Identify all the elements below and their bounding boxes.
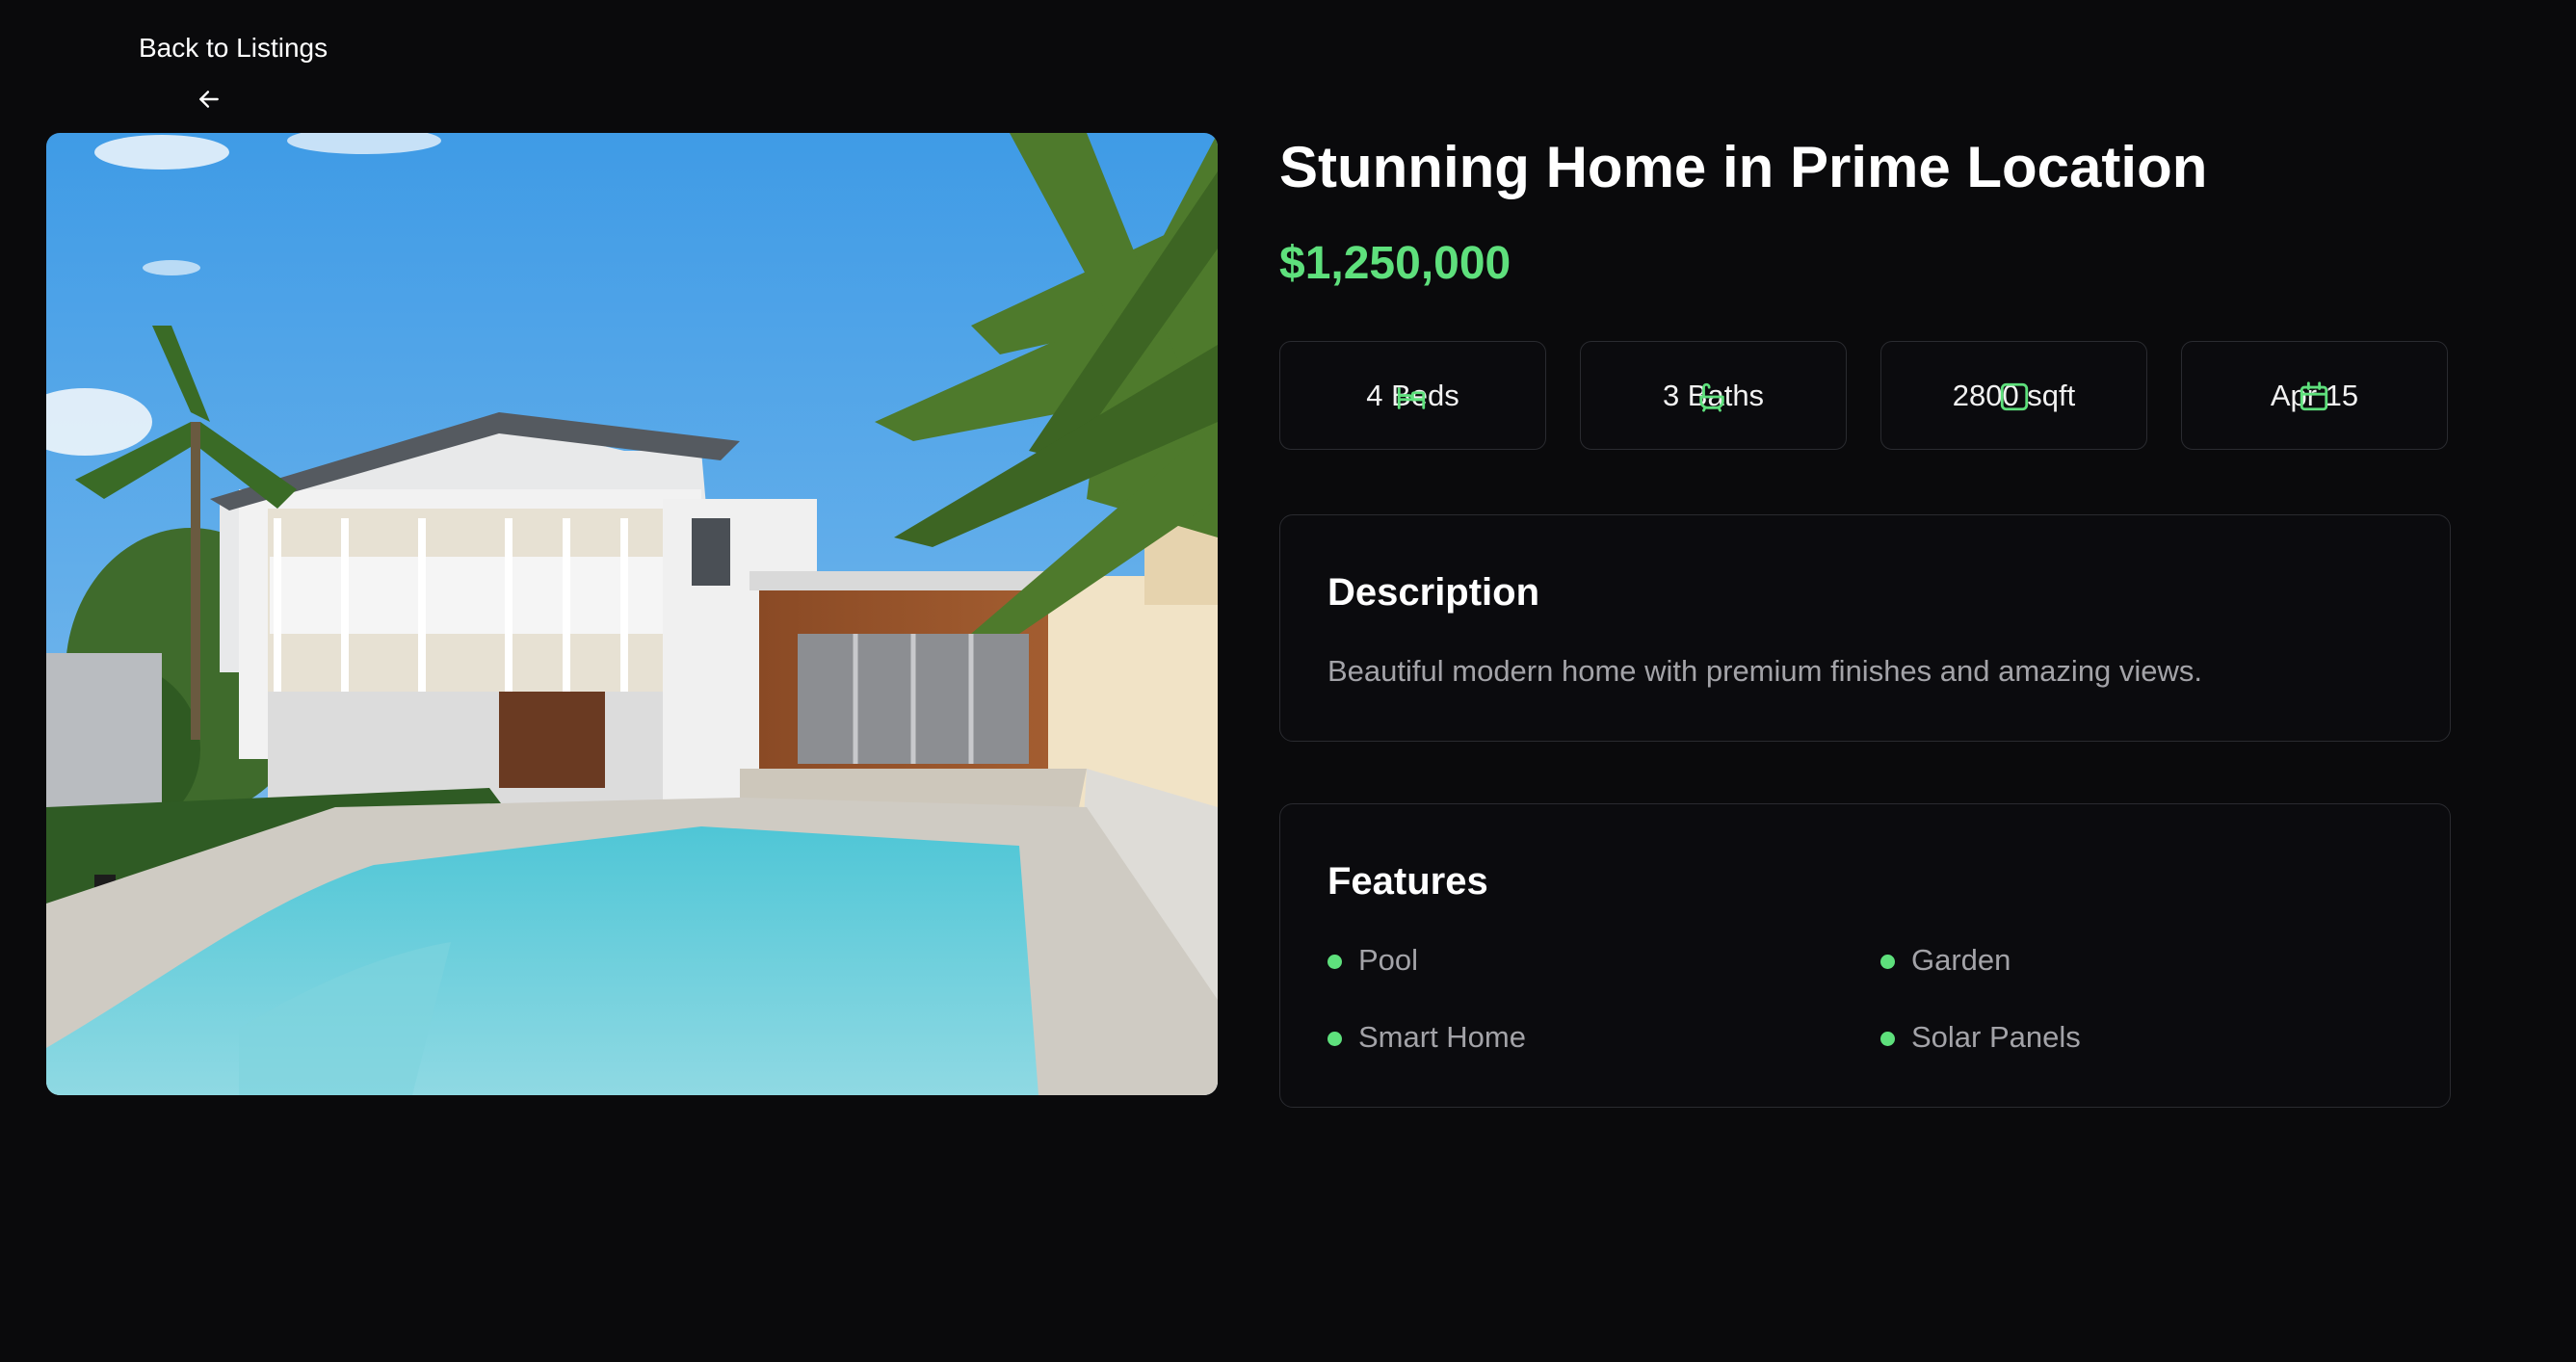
- house-photo: [46, 133, 1218, 1095]
- stat-baths: 3 Baths: [1580, 341, 1847, 450]
- bath-icon: [1699, 382, 1724, 412]
- listing-detail-page: Back to Listings Stunning Home in Prime …: [0, 0, 2576, 1362]
- features-heading: Features: [1327, 860, 1488, 903]
- listing-title: Stunning Home in Prime Location: [1279, 135, 2208, 199]
- description-text: Beautiful modern home with premium finis…: [1327, 654, 2203, 688]
- arrow-left-icon: [199, 91, 219, 108]
- features-card: Features Pool Garden Smart Home Solar Pa…: [1279, 803, 2451, 1108]
- back-to-listings-link[interactable]: Back to Listings: [139, 31, 351, 108]
- stat-area: 2800 sqft: [1880, 341, 2147, 450]
- feature-bullet: [1880, 1032, 1895, 1046]
- listing-stats: 4 Beds 3 Baths 2800 sqft Apr 15: [1279, 341, 2451, 452]
- calendar-icon: [2300, 381, 2328, 411]
- feature-bullet: [1327, 1032, 1342, 1046]
- stat-beds: 4 Beds: [1279, 341, 1546, 450]
- stat-date: Apr 15: [2181, 341, 2448, 450]
- listing-price: $1,250,000: [1279, 238, 1511, 289]
- feature-label: Pool: [1358, 943, 1419, 977]
- area-icon: [2000, 382, 2029, 411]
- bed-icon: [1397, 387, 1426, 409]
- feature-bullet: [1327, 955, 1342, 969]
- description-card: Description Beautiful modern home with p…: [1279, 514, 2451, 742]
- description-heading: Description: [1327, 571, 1540, 614]
- feature-label: Solar Panels: [1911, 1020, 2081, 1054]
- feature-label: Smart Home: [1358, 1020, 1526, 1054]
- back-link-label: Back to Listings: [139, 33, 329, 63]
- feature-label: Garden: [1911, 943, 2011, 977]
- feature-bullet: [1880, 955, 1895, 969]
